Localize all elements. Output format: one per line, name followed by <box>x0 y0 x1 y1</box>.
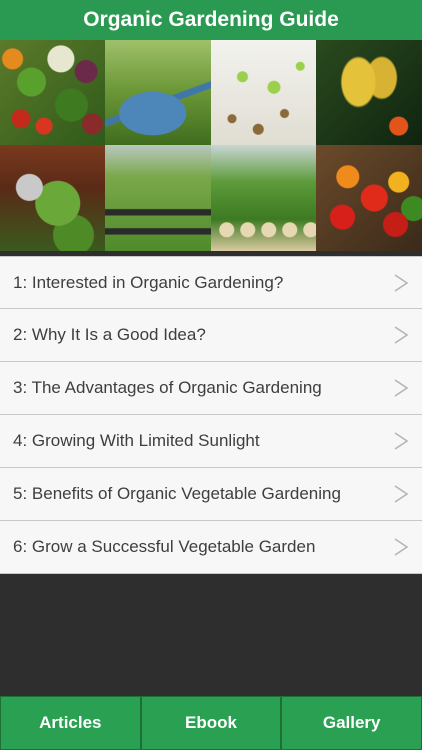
vegetable-pile-photo <box>0 40 105 145</box>
tab-articles[interactable]: Articles <box>0 696 141 750</box>
article-label: 3: The Advantages of Organic Gardening <box>13 378 322 397</box>
tab-label: Ebook <box>185 713 237 732</box>
chevron-right-icon <box>390 377 412 399</box>
tab-label: Gallery <box>322 713 381 732</box>
chevron-right-icon <box>390 430 412 452</box>
article-label: 4: Growing With Limited Sunlight <box>13 431 260 450</box>
article-item-5[interactable]: 5: Benefits of Organic Vegetable Gardeni… <box>0 468 422 521</box>
article-label: 2: Why It Is a Good Idea? <box>13 325 206 344</box>
chevron-right-icon <box>390 536 412 558</box>
hanging-basket-photo <box>0 145 105 251</box>
seedling-trays-photo <box>211 145 316 251</box>
watering-can-photo <box>105 40 211 145</box>
seedlings-photo <box>211 40 316 145</box>
tab-bar: Articles Ebook Gallery <box>0 696 422 750</box>
raised-beds-photo <box>105 145 211 251</box>
article-label: 1: Interested in Organic Gardening? <box>13 272 284 292</box>
page-title: Organic Gardening Guide <box>83 8 339 31</box>
article-label: 6: Grow a Successful Vegetable Garden <box>13 537 316 556</box>
hero-collage <box>0 40 422 251</box>
article-list: 1: Interested in Organic Gardening? 2: W… <box>0 256 422 574</box>
app-screen: Organic Gardening Guide 1: Interested in… <box>0 0 422 750</box>
tab-ebook[interactable]: Ebook <box>140 696 282 750</box>
tab-label: Articles <box>39 713 102 732</box>
article-item-4[interactable]: 4: Growing With Limited Sunlight <box>0 415 422 468</box>
article-item-6[interactable]: 6: Grow a Successful Vegetable Garden <box>0 521 422 574</box>
tomatoes-photo <box>316 145 422 251</box>
article-item-3[interactable]: 3: The Advantages of Organic Gardening <box>0 362 422 415</box>
title-bar: Organic Gardening Guide <box>0 0 422 40</box>
article-item-2[interactable]: 2: Why It Is a Good Idea? <box>0 309 422 362</box>
article-item-1[interactable]: 1: Interested in Organic Gardening? <box>0 256 422 309</box>
chevron-right-icon <box>390 324 412 346</box>
butterfly-photo <box>316 40 422 145</box>
tab-gallery[interactable]: Gallery <box>281 696 422 750</box>
article-label: 5: Benefits of Organic Vegetable Gardeni… <box>13 484 341 503</box>
chevron-right-icon <box>390 272 412 294</box>
chevron-right-icon <box>390 483 412 505</box>
